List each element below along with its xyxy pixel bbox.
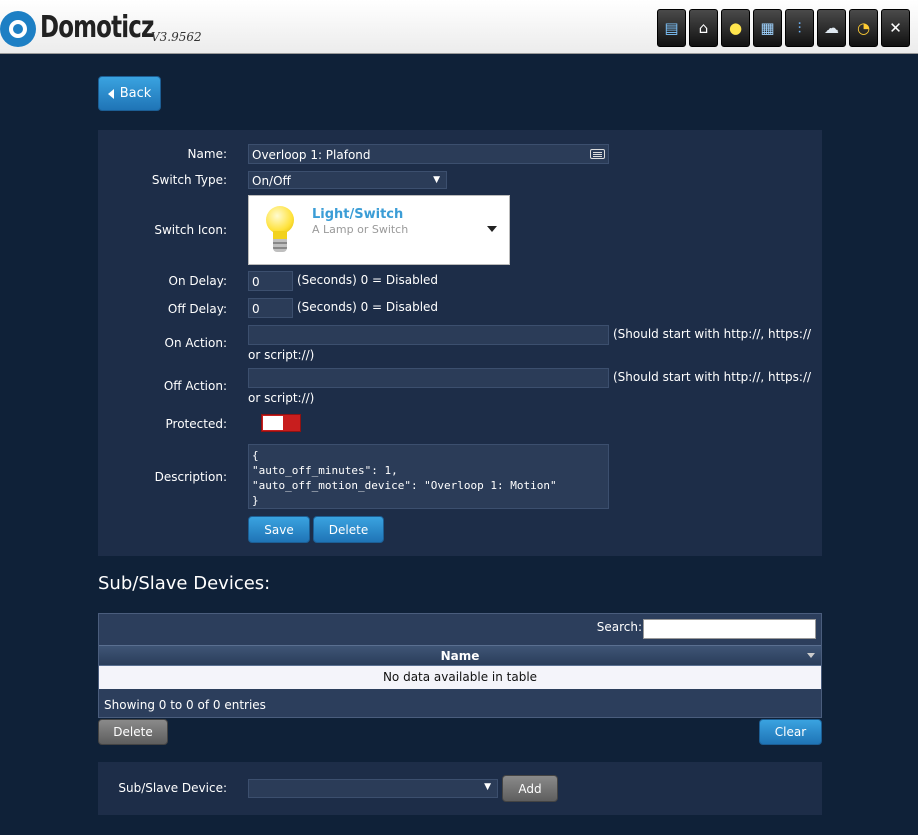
- logo-text: Domoticz: [40, 10, 154, 45]
- column-header-name[interactable]: Name: [99, 645, 821, 666]
- description-label: Description:: [154, 470, 227, 484]
- description-textarea[interactable]: { "auto_off_minutes": 1, "auto_off_motio…: [248, 444, 609, 509]
- switch-icon-select[interactable]: Light/Switch A Lamp or Switch: [248, 195, 510, 265]
- switch-type-label: Switch Type:: [151, 173, 227, 187]
- search-label: Search:: [596, 620, 642, 634]
- lightbulb-icon: [263, 206, 297, 256]
- off-action-note-continued: or script://): [248, 391, 315, 405]
- off-action-label: Off Action:: [163, 379, 227, 393]
- off-action-note: (Should start with http://, https://: [613, 370, 812, 384]
- save-button[interactable]: Save: [248, 516, 310, 543]
- home-icon: ⌂: [698, 19, 709, 37]
- lightbulb-icon: ●: [728, 19, 743, 37]
- nav-switches-button[interactable]: ●: [721, 9, 750, 47]
- table-info: Showing 0 to 0 of 0 entries: [104, 698, 266, 712]
- back-button[interactable]: Back: [98, 76, 161, 111]
- switch-type-select[interactable]: On/Off ▼: [248, 171, 447, 189]
- domoticz-logo-icon: [0, 11, 36, 47]
- on-action-note: (Should start with http://, https://: [613, 327, 812, 341]
- version-label: V3.9562: [151, 30, 202, 44]
- on-action-label: On Action:: [164, 336, 228, 350]
- name-value: Overloop 1: Plafond: [252, 148, 371, 162]
- on-action-note-continued: or script://): [248, 348, 315, 362]
- name-label: Name:: [187, 147, 227, 161]
- caret-down-icon: [487, 226, 497, 232]
- chevron-down-icon: ▼: [484, 782, 491, 792]
- on-action-input[interactable]: [248, 325, 609, 345]
- off-delay-label: Off Delay:: [167, 302, 227, 316]
- off-delay-value: 0: [252, 302, 260, 316]
- weather-icon: ☁: [824, 19, 839, 37]
- sub-device-label: Sub/Slave Device:: [118, 781, 227, 795]
- temperature-icon: ⫶: [797, 19, 802, 37]
- clear-button[interactable]: Clear: [759, 719, 822, 745]
- switch-icon-subtitle: A Lamp or Switch: [312, 223, 409, 236]
- off-delay-input[interactable]: 0: [248, 298, 293, 318]
- sort-icon: [807, 653, 815, 658]
- nav-roomplan-button[interactable]: ⌂: [689, 9, 718, 47]
- main-nav: ▤ ⌂ ● ▦ ⫶ ☁ ◔ ✕: [657, 9, 910, 47]
- add-button[interactable]: Add: [502, 775, 558, 802]
- setup-icon: ✕: [889, 19, 902, 37]
- scenes-icon: ▦: [760, 19, 775, 37]
- back-button-label: Back: [119, 86, 152, 101]
- sub-devices-title: Sub/Slave Devices:: [98, 573, 271, 594]
- switch-type-value: On/Off: [252, 174, 291, 188]
- chevron-down-icon: ▼: [433, 175, 440, 185]
- chevron-left-icon: [107, 88, 114, 99]
- device-edit-panel: Name: Overloop 1: Plafond Switch Type: O…: [98, 130, 822, 556]
- on-delay-note: (Seconds) 0 = Disabled: [297, 273, 439, 287]
- utility-icon: ◔: [856, 19, 871, 37]
- delete-device-button[interactable]: Delete: [313, 516, 384, 543]
- nav-weather-button[interactable]: ☁: [817, 9, 846, 47]
- sub-devices-table: Search: Name No data available in table …: [98, 613, 822, 718]
- nav-setup-button[interactable]: ✕: [881, 9, 910, 47]
- name-input[interactable]: Overloop 1: Plafond: [248, 144, 609, 164]
- off-delay-note: (Seconds) 0 = Disabled: [297, 300, 439, 314]
- protected-label: Protected:: [165, 417, 227, 431]
- toggle-knob: [263, 416, 283, 430]
- column-name-label: Name: [440, 649, 480, 663]
- nav-dashboard-button[interactable]: ▤: [657, 9, 686, 47]
- on-delay-input[interactable]: 0: [248, 271, 293, 291]
- top-bar: Domoticz V3.9562 ▤ ⌂ ● ▦ ⫶ ☁ ◔ ✕: [0, 0, 918, 54]
- empty-table-row: No data available in table: [99, 666, 821, 689]
- off-action-input[interactable]: [248, 368, 609, 388]
- delete-sub-device-button[interactable]: Delete: [98, 719, 168, 745]
- switch-icon-title: Light/Switch: [312, 207, 404, 222]
- on-delay-value: 0: [252, 275, 260, 289]
- add-sub-device-panel: Sub/Slave Device: ▼ Add: [98, 762, 822, 815]
- dashboard-icon: ▤: [664, 19, 679, 37]
- sub-device-select[interactable]: ▼: [248, 779, 498, 798]
- switch-icon-label: Switch Icon:: [154, 223, 227, 237]
- id-card-icon: [590, 149, 605, 159]
- nav-utility-button[interactable]: ◔: [849, 9, 878, 47]
- protected-toggle[interactable]: [261, 414, 301, 432]
- nav-temperature-button[interactable]: ⫶: [785, 9, 814, 47]
- on-delay-label: On Delay:: [168, 274, 227, 288]
- search-input[interactable]: [643, 619, 816, 639]
- nav-scenes-button[interactable]: ▦: [753, 9, 782, 47]
